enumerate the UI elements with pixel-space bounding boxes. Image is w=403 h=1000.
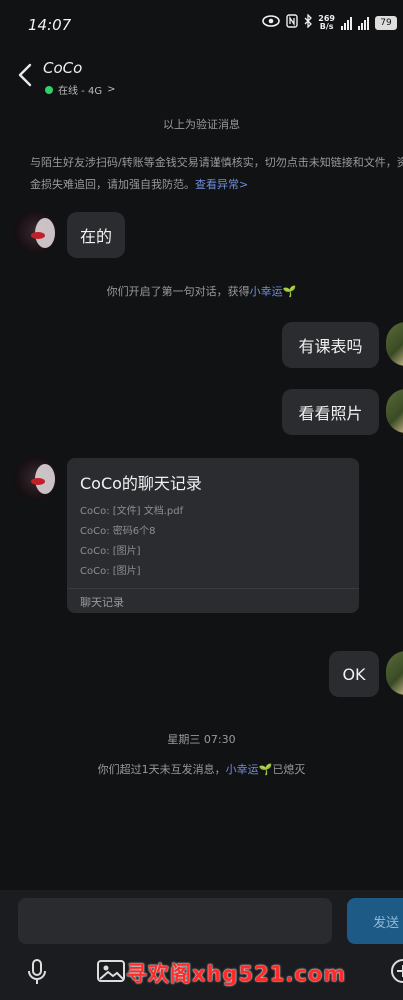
- date-stamp: 星期三 07:30: [167, 733, 236, 746]
- battery-icon: 79: [375, 15, 397, 30]
- expired-notice: 你们超过1天未互发消息，小幸运🌱已熄灭: [97, 763, 306, 776]
- chat-history-card[interactable]: CoCo的聊天记录 CoCo: [文件] 文档.pdf CoCo: 密码6个8 …: [67, 458, 359, 613]
- clock: 14:07: [28, 16, 72, 34]
- my-avatar[interactable]: [386, 651, 403, 695]
- my-avatar[interactable]: [386, 322, 403, 366]
- message-bubble-incoming[interactable]: 在的: [67, 212, 125, 258]
- online-dot-icon: [45, 85, 53, 94]
- contact-name[interactable]: CoCo: [43, 59, 82, 77]
- eye-icon: [262, 15, 281, 30]
- card-line: CoCo: 密码6个8: [80, 526, 156, 537]
- nfc-icon: [286, 14, 298, 31]
- send-button[interactable]: 发送: [347, 898, 403, 944]
- safety-warning: 与陌生好友涉扫码/转账等金钱交易请谨慎核实，切勿点击未知链接和文件，资金损失难追…: [30, 156, 403, 191]
- lucky-link[interactable]: 小幸运: [250, 285, 283, 298]
- card-line: CoCo: [图片]: [80, 546, 141, 557]
- message-bubble-outgoing[interactable]: 看看照片: [282, 389, 379, 435]
- chat-header: CoCo 在线 - 4G >: [0, 50, 403, 105]
- microphone-icon[interactable]: [26, 958, 48, 990]
- view-anomaly-link[interactable]: 查看异常>: [195, 178, 248, 191]
- message-input[interactable]: [18, 898, 332, 944]
- image-icon[interactable]: [97, 960, 125, 986]
- first-chat-notice: 你们开启了第一句对话，获得小幸运🌱: [106, 285, 297, 298]
- card-line: CoCo: [文件] 文档.pdf: [80, 506, 184, 517]
- signal-icon: [341, 16, 352, 30]
- online-status[interactable]: 在线 - 4G >: [45, 82, 115, 97]
- status-bar: 14:07 269 B/s 79: [0, 0, 403, 50]
- contact-avatar[interactable]: [13, 456, 57, 500]
- message-bubble-outgoing[interactable]: OK: [329, 651, 379, 697]
- my-avatar[interactable]: [386, 389, 403, 433]
- back-button[interactable]: [14, 60, 38, 90]
- signal-icon-2: [358, 16, 369, 30]
- chevron-right-icon: >: [107, 84, 116, 95]
- card-divider: [67, 588, 359, 589]
- sprout-icon: 🌱: [258, 763, 273, 776]
- contact-avatar[interactable]: [13, 210, 57, 254]
- card-footer: 聊天记录: [80, 596, 124, 609]
- verify-notice: 以上为验证消息: [163, 118, 240, 131]
- message-bubble-outgoing[interactable]: 有课表吗: [282, 322, 379, 368]
- status-icons: 269 B/s 79: [262, 13, 397, 31]
- network-speed: 269 B/s: [318, 13, 335, 31]
- bluetooth-icon: [304, 13, 313, 31]
- plus-icon[interactable]: [390, 958, 403, 988]
- watermark: 寻欢阁xhg521.com: [126, 962, 347, 986]
- lucky-link[interactable]: 小幸运: [226, 763, 259, 776]
- chevron-left-icon: [18, 63, 32, 87]
- sprout-icon: 🌱: [282, 285, 297, 298]
- card-line: CoCo: [图片]: [80, 566, 141, 577]
- card-title: CoCo的聊天记录: [80, 474, 202, 493]
- online-status-text: 在线 - 4G: [58, 86, 103, 97]
